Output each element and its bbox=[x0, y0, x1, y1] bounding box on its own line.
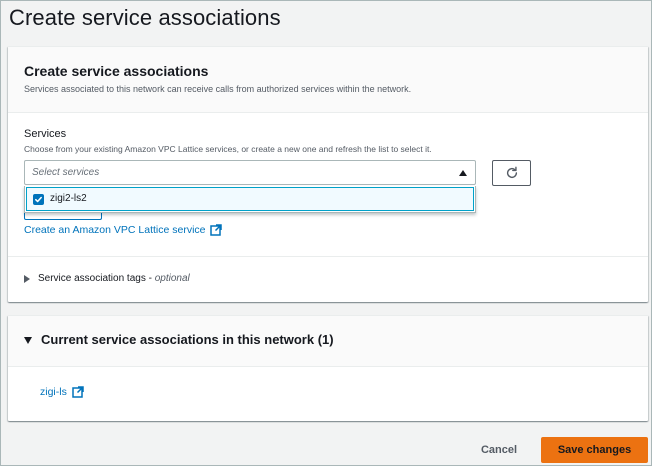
service-option-zigi2-ls2[interactable]: zigi2-ls2 bbox=[26, 187, 474, 211]
service-option-label: zigi2-ls2 bbox=[50, 193, 87, 204]
caret-right-icon bbox=[24, 274, 30, 283]
tags-optional: optional bbox=[154, 273, 190, 284]
page-title: Create service associations bbox=[9, 5, 281, 30]
caret-up-icon bbox=[459, 170, 467, 176]
tags-label: Service association tags bbox=[38, 273, 146, 284]
services-select[interactable]: Select services bbox=[24, 160, 476, 185]
association-link-text: zigi-ls bbox=[40, 386, 67, 398]
create-lattice-service-link-text: Create an Amazon VPC Lattice service bbox=[24, 224, 206, 236]
external-link-icon bbox=[72, 386, 84, 398]
current-associations-title: Current service associations in this net… bbox=[41, 332, 334, 347]
window-frame: Create service associations Create servi… bbox=[0, 0, 652, 466]
services-select-placeholder: Select services bbox=[32, 167, 100, 178]
services-field-description: Choose from your existing Amazon VPC Lat… bbox=[24, 144, 432, 154]
services-panel-description: Services associated to this network can … bbox=[24, 84, 412, 94]
save-changes-button[interactable]: Save changes bbox=[541, 437, 648, 463]
association-link-zigi-ls[interactable]: zigi-ls bbox=[40, 386, 84, 398]
create-lattice-service-link[interactable]: Create an Amazon VPC Lattice service bbox=[24, 224, 222, 236]
services-panel-title: Create service associations bbox=[24, 63, 209, 79]
cancel-button[interactable]: Cancel bbox=[469, 438, 529, 462]
services-field-label: Services bbox=[24, 128, 67, 140]
services-panel: Create service associations Services ass… bbox=[8, 46, 648, 302]
current-associations-panel: Current service associations in this net… bbox=[8, 315, 648, 421]
checkbox-checked-icon[interactable] bbox=[33, 194, 44, 205]
services-panel-header: Create service associations Services ass… bbox=[8, 47, 648, 113]
refresh-icon bbox=[506, 166, 517, 179]
refresh-button[interactable] bbox=[492, 160, 531, 186]
caret-down-icon bbox=[24, 337, 32, 344]
service-association-tags-expander[interactable]: Service association tags - optional bbox=[24, 273, 190, 284]
services-dropdown: zigi2-ls2 bbox=[24, 186, 476, 213]
external-link-icon bbox=[209, 224, 222, 236]
current-associations-header[interactable]: Current service associations in this net… bbox=[8, 316, 648, 367]
divider bbox=[8, 256, 648, 257]
tags-separator: - bbox=[145, 273, 155, 284]
